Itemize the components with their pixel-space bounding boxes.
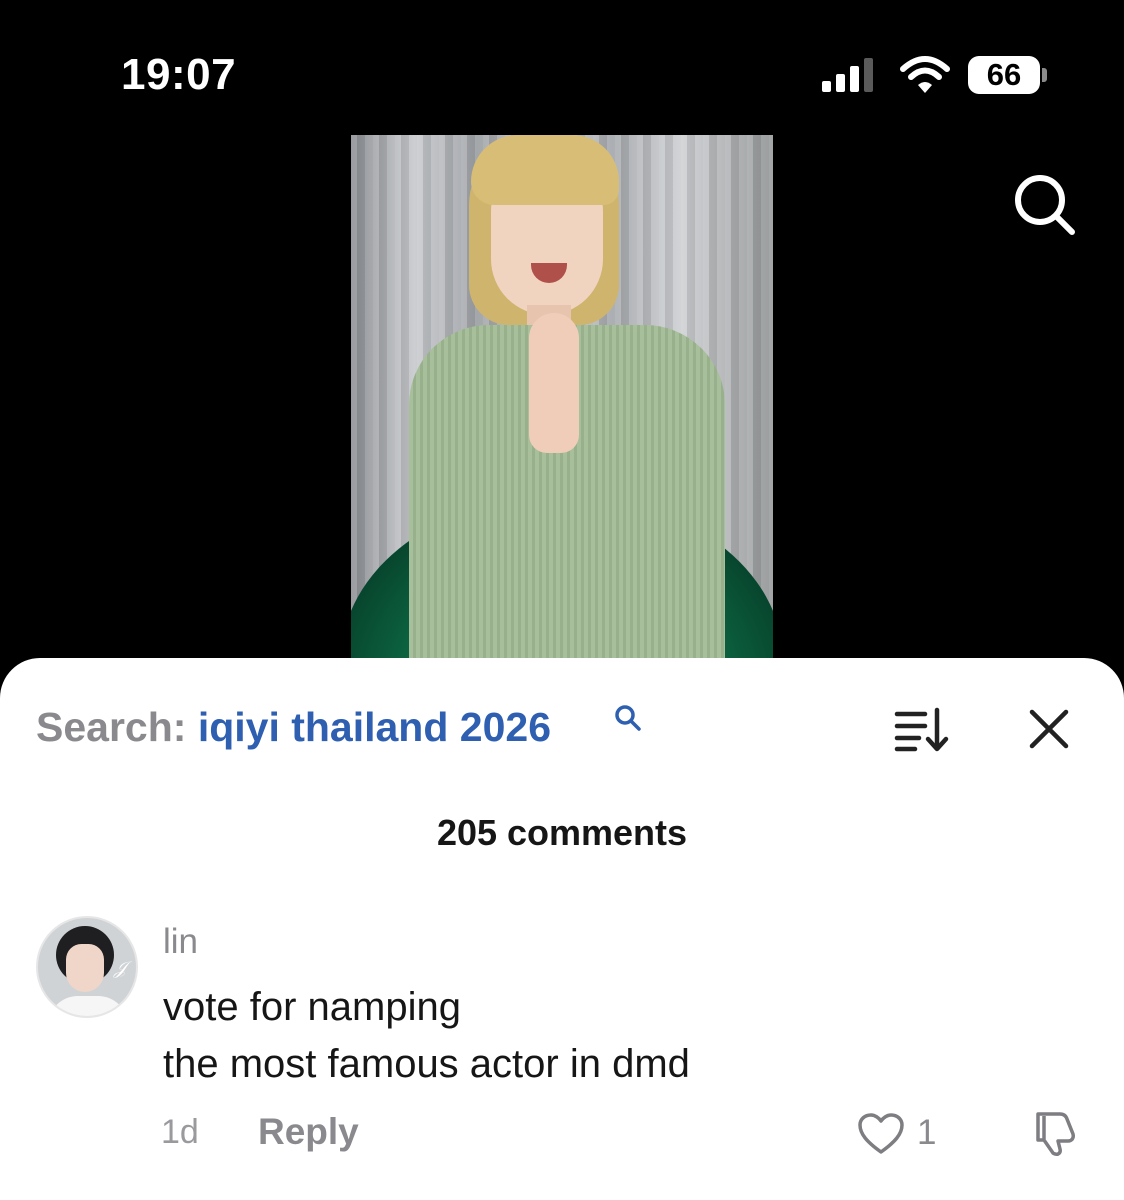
search-icon[interactable]: [613, 703, 643, 733]
search-prefix: Search:: [36, 704, 198, 750]
heart-icon[interactable]: [857, 1112, 905, 1156]
close-icon[interactable]: [1028, 708, 1070, 750]
thumbs-down-icon[interactable]: [1030, 1108, 1080, 1158]
battery-percent: 66: [986, 57, 1022, 92]
sort-icon[interactable]: [893, 706, 951, 752]
comment-text-line: the most famous actor in dmd: [163, 1042, 690, 1086]
comment-count: 205 comments: [436, 812, 688, 853]
reply-button[interactable]: Reply: [258, 1111, 359, 1153]
wifi-icon: [900, 56, 950, 93]
comment-username[interactable]: lin: [163, 922, 198, 962]
search-query[interactable]: iqiyi thailand 2026: [198, 704, 551, 750]
video-player[interactable]: [351, 135, 773, 660]
search-suggestion[interactable]: Search: iqiyi thailand 2026: [36, 704, 551, 751]
status-time: 19:07: [121, 50, 237, 99]
comment-text-line: vote for namping: [163, 985, 461, 1029]
signal-icon: [822, 58, 873, 92]
avatar[interactable]: 𝒥: [36, 916, 138, 1018]
battery-icon: 66: [968, 56, 1048, 94]
comment-age: 1d: [161, 1113, 199, 1151]
like-count: 1: [917, 1113, 937, 1152]
search-icon[interactable]: [1010, 170, 1078, 238]
